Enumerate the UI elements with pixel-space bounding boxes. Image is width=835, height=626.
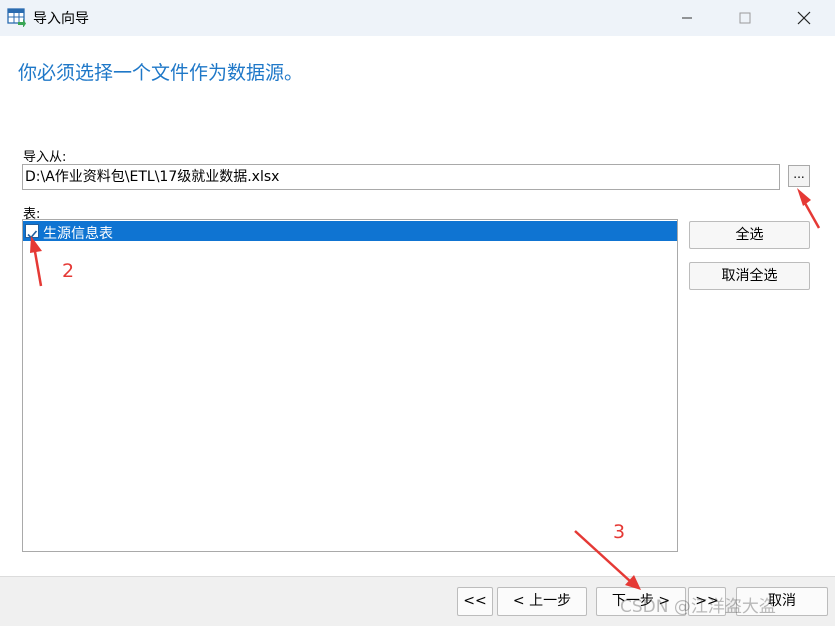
watermark: CSDN @江洋盗大盗 <box>620 597 776 617</box>
arrow-2-icon <box>30 236 43 287</box>
annotation-number: 3 <box>613 521 626 543</box>
annotation-number: 2 <box>62 260 75 282</box>
arrow-3-icon <box>574 530 641 590</box>
annotation-arrows <box>30 188 821 590</box>
arrow-1-icon <box>797 188 821 229</box>
